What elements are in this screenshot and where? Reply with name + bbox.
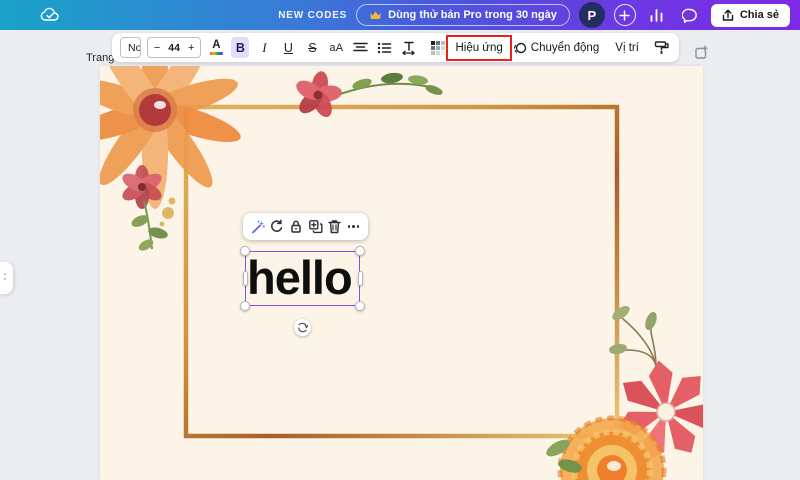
- font-selector[interactable]: Noto Sans: [120, 37, 141, 58]
- text-case-button[interactable]: aA: [327, 37, 345, 59]
- chat-bubble-icon: [682, 8, 698, 23]
- share-label: Chia sẻ: [740, 9, 779, 21]
- bold-button[interactable]: B: [231, 37, 249, 58]
- resize-handle-bottom-left[interactable]: [240, 301, 250, 311]
- underline-button[interactable]: U: [279, 37, 297, 59]
- upload-icon: [722, 9, 734, 22]
- bar-chart-icon: [649, 8, 664, 22]
- effects-button[interactable]: Hiệu ứng: [453, 36, 504, 60]
- pro-trial-button[interactable]: Dùng thử bản Pro trong 30 ngày: [356, 4, 570, 26]
- duplicate-button[interactable]: [307, 218, 324, 235]
- add-page-icon: [694, 44, 710, 60]
- top-red-flower: [293, 70, 343, 120]
- design-canvas[interactable]: hello: [100, 66, 703, 480]
- topbar-actions: NEW CODES Dùng thử bản Pro trong 30 ngày…: [278, 2, 800, 28]
- font-size-value[interactable]: 44: [168, 42, 180, 54]
- plus-icon: [619, 10, 630, 21]
- share-button[interactable]: Chia sẻ: [711, 4, 790, 27]
- magic-wand-icon: [250, 219, 266, 235]
- trash-icon: [328, 219, 341, 234]
- cloud-saved-icon[interactable]: [38, 3, 62, 27]
- increase-size-button[interactable]: +: [188, 42, 194, 54]
- regenerate-button[interactable]: [268, 218, 285, 235]
- resize-handle-bottom-right[interactable]: [355, 301, 365, 311]
- selection-box: [245, 251, 360, 306]
- add-member-button[interactable]: [614, 4, 636, 26]
- lock-button[interactable]: [287, 218, 304, 235]
- transparency-button[interactable]: [429, 37, 447, 59]
- top-branch: [340, 72, 444, 97]
- regenerate-icon: [269, 219, 284, 234]
- sidebar-toggle-handle[interactable]: [0, 262, 13, 294]
- position-button[interactable]: Vị trí: [613, 36, 641, 60]
- rotate-handle[interactable]: [294, 319, 311, 336]
- lock-icon: [289, 219, 303, 234]
- add-page-button[interactable]: [694, 44, 710, 60]
- more-icon: [348, 225, 360, 228]
- resize-handle-top-right[interactable]: [355, 246, 365, 256]
- text-format-toolbar: Noto Sans − 44 + A B I U S aA: [112, 33, 679, 62]
- element-context-toolbar: [243, 213, 368, 240]
- list-button[interactable]: [375, 37, 393, 59]
- italic-button[interactable]: I: [255, 37, 273, 59]
- align-center-icon: [353, 42, 368, 54]
- animate-button[interactable]: Chuyển động: [511, 36, 601, 60]
- pro-trial-label: Dùng thử bản Pro trong 30 ngày: [388, 9, 557, 21]
- avatar[interactable]: P: [579, 2, 605, 28]
- delete-button[interactable]: [326, 218, 343, 235]
- transparency-icon: [431, 41, 445, 55]
- paint-roller-icon: [654, 40, 670, 56]
- text-color-button[interactable]: A: [207, 37, 225, 59]
- resize-handle-left[interactable]: [243, 271, 248, 286]
- top-bar: NEW CODES Dùng thử bản Pro trong 30 ngày…: [0, 0, 800, 30]
- gold-dots: [160, 198, 176, 227]
- crown-icon: [369, 10, 382, 21]
- duplicate-icon: [308, 219, 323, 234]
- rotate-icon: [297, 322, 308, 333]
- font-size-stepper: − 44 +: [147, 37, 202, 58]
- canvas-artwork: [100, 66, 703, 480]
- resize-handle-top-left[interactable]: [240, 246, 250, 256]
- animate-icon: [513, 41, 527, 55]
- spacing-button[interactable]: [399, 37, 417, 59]
- copy-style-button[interactable]: [653, 37, 671, 59]
- strikethrough-button[interactable]: S: [303, 37, 321, 59]
- magic-edit-button[interactable]: [249, 218, 266, 235]
- canva-editor: NEW CODES Dùng thử bản Pro trong 30 ngày…: [0, 0, 800, 480]
- daisy-flower: [100, 66, 245, 209]
- resize-handle-right[interactable]: [358, 271, 363, 286]
- bullet-list-icon: [377, 42, 392, 54]
- insights-button[interactable]: [645, 3, 669, 27]
- small-red-flower: [119, 165, 169, 253]
- more-options-button[interactable]: [345, 218, 362, 235]
- rainbow-underline: [210, 52, 223, 55]
- new-codes-label: NEW CODES: [278, 10, 347, 21]
- letter-spacing-icon: [401, 41, 416, 55]
- alignment-button[interactable]: [351, 37, 369, 59]
- decrease-size-button[interactable]: −: [154, 42, 160, 54]
- comments-button[interactable]: [678, 3, 702, 27]
